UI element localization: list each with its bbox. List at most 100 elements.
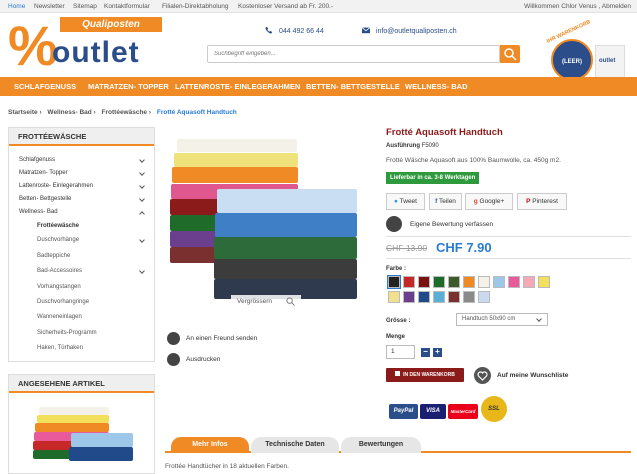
zoom-button[interactable]: Vergrössern xyxy=(231,295,301,308)
color-swatch[interactable] xyxy=(433,276,445,288)
top-link-filialen[interactable]: Filialen-Direktabholung xyxy=(162,3,228,10)
phone-contact[interactable]: 044 492 66 44 xyxy=(265,26,324,35)
chevron-up-icon[interactable] xyxy=(139,211,145,217)
email-contact[interactable]: info@outletqualiposten.ch xyxy=(362,26,457,35)
color-swatch[interactable] xyxy=(433,291,445,303)
welcome-text[interactable]: Willkommen Chlor Venus , Abmelden xyxy=(524,3,631,10)
write-review-link[interactable]: Eigene Bewertung verfassen xyxy=(410,221,493,228)
breadcrumb-startseite[interactable]: Startseite xyxy=(8,109,38,116)
wishlist-link[interactable]: Auf meine Wunschliste xyxy=(497,372,568,379)
send-to-friend-link[interactable]: An einen Freund senden xyxy=(186,335,257,342)
sidebar-item-wellness[interactable]: Wellness- Bad xyxy=(19,209,58,215)
breadcrumb-frotteewaesche[interactable]: Frottéewäsche xyxy=(102,109,148,116)
sidebar-subitem-wanneneinlagen[interactable]: Wanneneinlagen xyxy=(37,314,82,320)
phone-number: 044 492 66 44 xyxy=(279,28,324,35)
color-label: Farbe : xyxy=(386,266,407,272)
sidebar-subitem-duschvorhangringe[interactable]: Duschvorhangringe xyxy=(37,299,89,305)
nav-item-betten[interactable]: BETTEN- BETTGESTELLE xyxy=(306,82,400,91)
mail-icon xyxy=(362,27,370,34)
sidebar-subitem-duschvorhaenge[interactable]: Duschvorhänge xyxy=(37,237,79,243)
color-swatch[interactable] xyxy=(448,291,460,303)
tab-bewertungen[interactable]: Bewertungen xyxy=(341,437,421,453)
divider xyxy=(386,236,631,237)
chevron-down-icon[interactable] xyxy=(139,157,145,163)
nav-item-matratzen[interactable]: MATRATZEN- TOPPER xyxy=(88,82,169,91)
sidebar-subitem-vorhangstangen[interactable]: Vorhangstangen xyxy=(37,284,81,290)
breadcrumb-separator: › xyxy=(39,109,42,116)
print-icon[interactable] xyxy=(167,353,180,366)
chevron-down-icon xyxy=(536,316,542,322)
envelope-icon[interactable] xyxy=(167,332,180,345)
color-swatch[interactable] xyxy=(387,275,401,289)
sidebar-subitem-badteppiche[interactable]: Badteppiche xyxy=(37,253,70,259)
color-swatch[interactable] xyxy=(478,291,490,303)
sidebar-item-betten[interactable]: Betten- Bettgestelle xyxy=(19,196,71,202)
heart-shape xyxy=(477,371,488,381)
color-swatch[interactable] xyxy=(493,276,505,288)
sidebar-subitem-sicherheits-programm[interactable]: Sicherheits-Programm xyxy=(37,330,97,336)
top-link-newsletter[interactable]: Newsletter xyxy=(34,3,65,10)
top-link-sitemap[interactable]: Sitemap xyxy=(73,3,97,10)
top-link-kontaktformular[interactable]: Kontaktformular xyxy=(104,3,150,10)
sidebar-subitem-bad-accessoires[interactable]: Bad-Accessoires xyxy=(37,268,82,274)
nav-item-lattenroste[interactable]: LATTENROSTE- EINLEGERAHMEN xyxy=(175,82,300,91)
chevron-down-icon[interactable] xyxy=(139,183,145,189)
breadcrumb-separator: › xyxy=(93,109,96,116)
tab-technische-daten[interactable]: Technische Daten xyxy=(251,437,339,453)
tab-mehr-infos[interactable]: Mehr Infos xyxy=(171,437,249,453)
sidebar-item-schlafgenuss[interactable]: Schlafgenuss xyxy=(19,157,55,163)
search-button[interactable] xyxy=(500,45,520,63)
facebook-share-label: Teilen xyxy=(438,198,456,205)
sidebar-subitem-frotteewaesche[interactable]: Frottéewäsche xyxy=(37,223,79,229)
google-plus-icon: g xyxy=(473,198,478,205)
visa-logo: VISA xyxy=(420,404,446,419)
chevron-down-icon[interactable] xyxy=(139,237,145,243)
mastercard-logo: MasterCard xyxy=(448,404,478,419)
sidebar-item-lattenroste[interactable]: Lattenroste- Einlegerahmen xyxy=(19,183,93,189)
facebook-share-button[interactable]: f Teilen xyxy=(429,193,462,210)
color-swatch[interactable] xyxy=(508,276,520,288)
print-link[interactable]: Ausdrucken xyxy=(186,356,220,363)
search-input[interactable] xyxy=(207,45,500,63)
color-swatch[interactable] xyxy=(463,291,475,303)
size-select[interactable]: Handtuch 50x90 cm xyxy=(456,313,548,326)
sidebar-item-matratzen[interactable]: Matratzen- Topper xyxy=(19,170,68,176)
breadcrumb-wellness[interactable]: Wellness- Bad xyxy=(47,109,91,116)
pencil-icon[interactable] xyxy=(386,216,402,232)
phone-icon xyxy=(265,26,273,34)
color-swatch[interactable] xyxy=(523,276,535,288)
sidebar-subitem-haken[interactable]: Haken, Türhaken xyxy=(37,345,83,351)
google-plus-button[interactable]: g Google+ xyxy=(465,193,513,210)
nav-item-schlafgenuss[interactable]: SCHLAFGENUSS xyxy=(14,82,76,91)
tweet-button[interactable]: ● Tweet xyxy=(386,193,425,210)
chevron-down-icon[interactable] xyxy=(139,196,145,202)
paypal-logo: PayPal xyxy=(389,404,418,419)
pinterest-button[interactable]: P Pinterest xyxy=(517,193,567,210)
quantity-input[interactable]: 1 xyxy=(386,345,415,359)
twitter-icon: ● xyxy=(394,198,398,205)
chevron-down-icon[interactable] xyxy=(139,268,145,274)
main-nav: SCHLAFGENUSS MATRATZEN- TOPPER LATTENROS… xyxy=(0,77,637,96)
heart-icon[interactable] xyxy=(474,367,491,384)
color-swatch[interactable] xyxy=(418,291,430,303)
recent-product-image[interactable] xyxy=(31,403,141,473)
color-swatch[interactable] xyxy=(403,291,415,303)
color-swatch[interactable] xyxy=(478,276,490,288)
logo-banner: Qualiposten xyxy=(60,17,162,32)
color-swatch[interactable] xyxy=(448,276,460,288)
add-to-cart-button[interactable]: IN DEN WARENKORB xyxy=(386,368,464,382)
color-swatch[interactable] xyxy=(388,291,400,303)
color-swatch[interactable] xyxy=(463,276,475,288)
color-swatch[interactable] xyxy=(538,276,550,288)
nav-item-wellness[interactable]: WELLNESS- BAD xyxy=(405,82,468,91)
zoom-label: Vergrössern xyxy=(237,298,273,305)
top-link-home[interactable]: Home xyxy=(8,3,25,10)
chevron-down-icon[interactable] xyxy=(139,170,145,176)
quantity-decrease-button[interactable]: − xyxy=(421,348,430,357)
quantity-increase-button[interactable]: + xyxy=(433,348,442,357)
sidebar-heading: FROTTÉEWÄSCHE xyxy=(9,128,154,146)
color-swatch[interactable] xyxy=(403,276,415,288)
product-main-image[interactable] xyxy=(165,127,365,322)
color-swatch[interactable] xyxy=(418,276,430,288)
logo-word: outlet xyxy=(52,36,140,69)
